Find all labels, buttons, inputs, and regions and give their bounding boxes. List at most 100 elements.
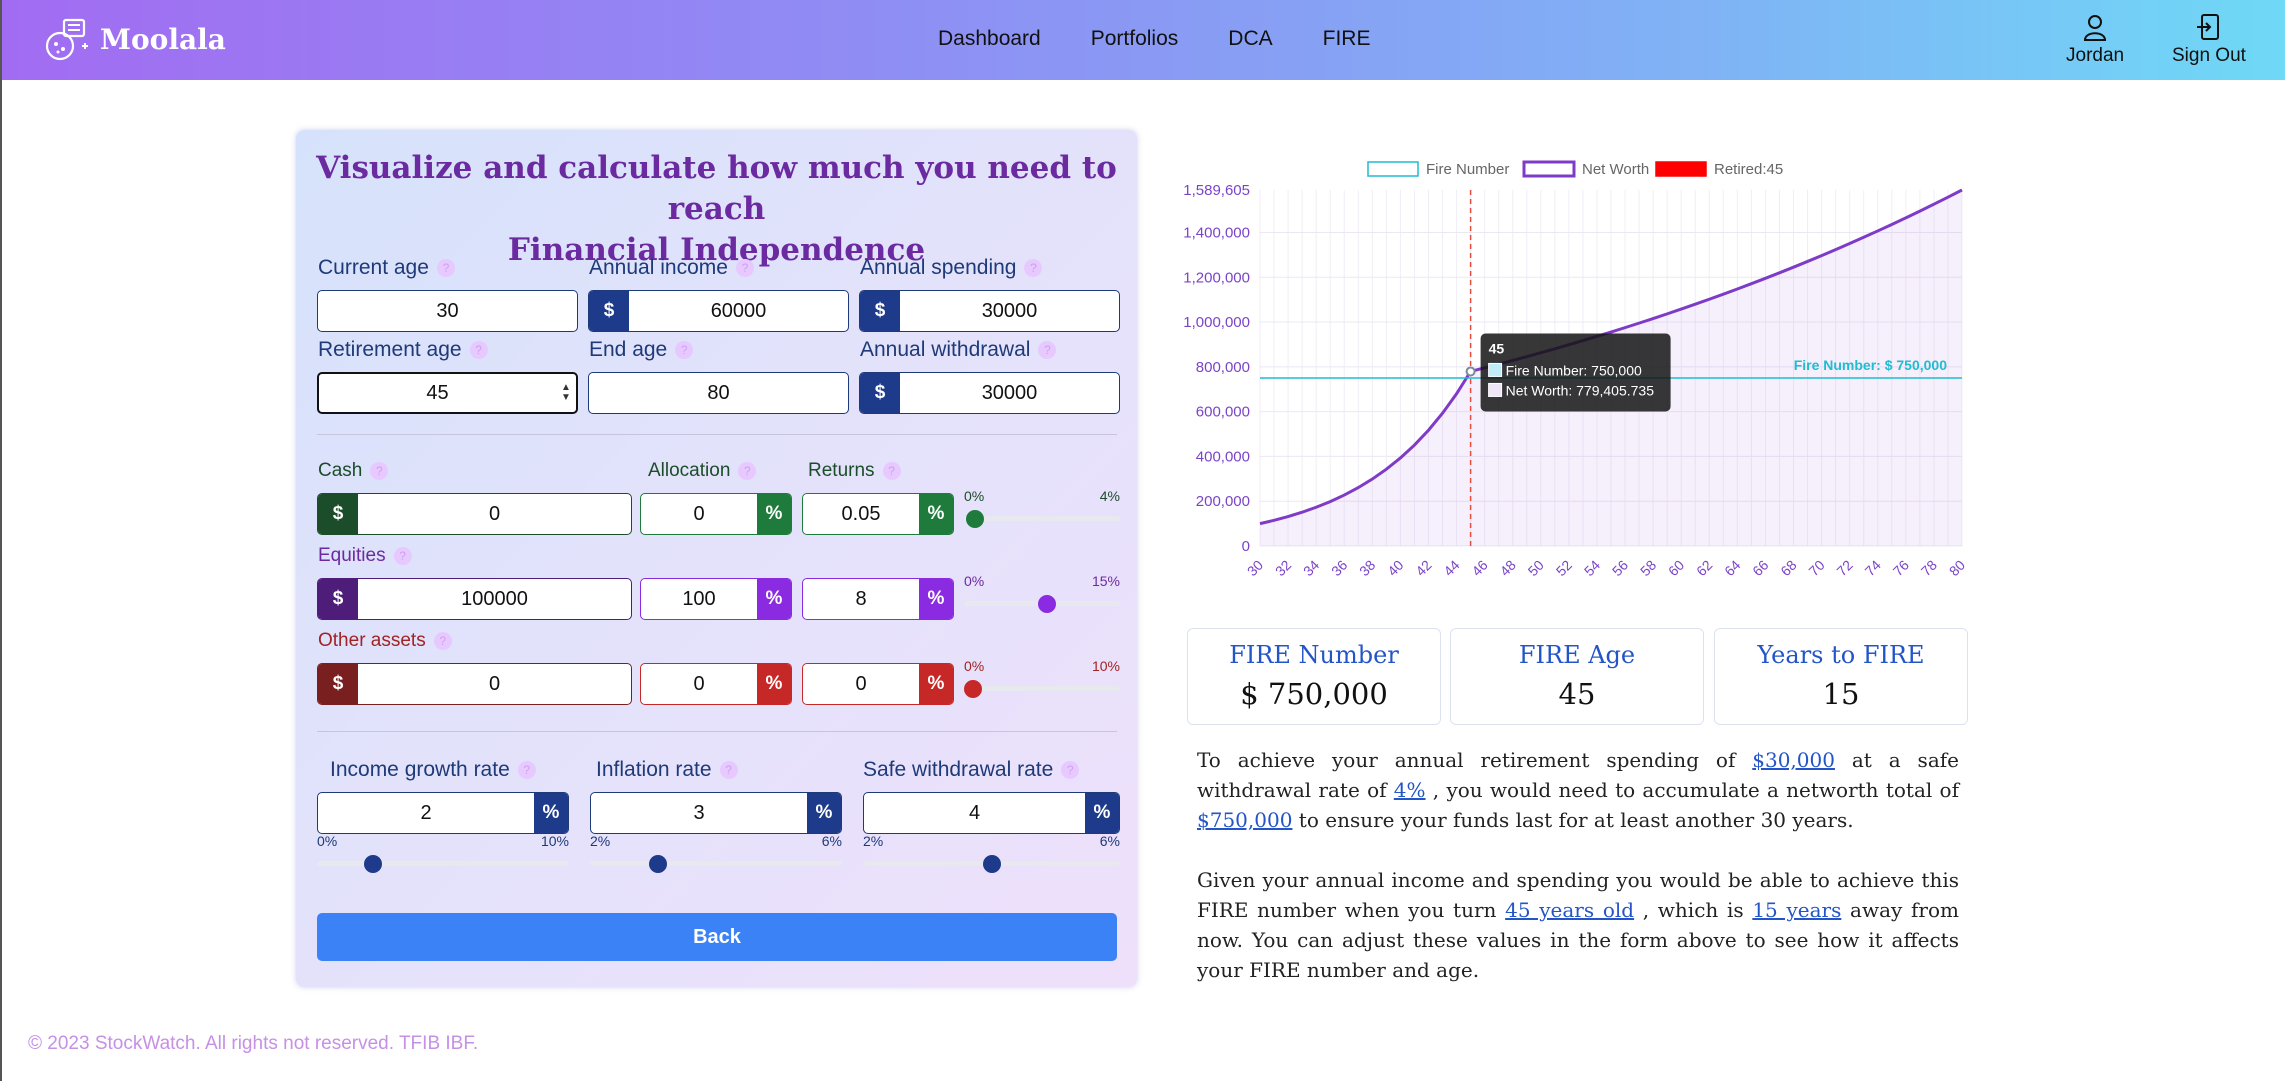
help-icon[interactable]: ? bbox=[1038, 341, 1057, 359]
help-icon[interactable]: ? bbox=[469, 341, 488, 359]
sign-out-link[interactable]: Sign Out bbox=[2172, 12, 2246, 67]
y-tick-label: 0 bbox=[1242, 538, 1250, 555]
help-icon[interactable]: ? bbox=[719, 761, 738, 779]
end-age-input[interactable]: 80 bbox=[588, 372, 849, 414]
x-tick-label: 52 bbox=[1553, 557, 1575, 579]
annual-spending-input[interactable]: $30000 bbox=[859, 290, 1120, 332]
x-tick-label: 48 bbox=[1497, 557, 1519, 579]
help-icon[interactable]: ? bbox=[436, 259, 455, 277]
user-icon bbox=[2084, 15, 2107, 41]
help-icon[interactable]: ? bbox=[738, 462, 757, 480]
nav-dca[interactable]: DCA bbox=[1228, 27, 1272, 51]
stat-title: Years to FIRE bbox=[1757, 641, 1925, 669]
summary-paragraph-2: Given your annual income and spending yo… bbox=[1197, 868, 1959, 982]
retirement-age-input[interactable]: 45 ▲ ▼ bbox=[317, 372, 578, 414]
income-growth-slider[interactable]: 0% 10% bbox=[317, 833, 569, 873]
tooltip-swatch bbox=[1488, 382, 1503, 397]
dollar-prefix: $ bbox=[318, 579, 358, 619]
x-tick-label: 70 bbox=[1805, 557, 1827, 579]
inflation-slider[interactable]: 2% 6% bbox=[590, 833, 842, 873]
equities-returns-slider[interactable]: 0% 15% bbox=[964, 573, 1120, 613]
help-icon[interactable]: ? bbox=[1061, 761, 1080, 779]
divider bbox=[317, 434, 1117, 435]
annual-withdrawal-input[interactable]: $30000 bbox=[859, 372, 1120, 414]
nav-dashboard[interactable]: Dashboard bbox=[938, 27, 1041, 51]
y-tick-label: 1,200,000 bbox=[1183, 269, 1250, 286]
allocation-label: Allocation? bbox=[648, 460, 757, 482]
slider-handle[interactable] bbox=[965, 510, 984, 528]
footer-copyright: © 2023 StockWatch. All rights not reserv… bbox=[28, 1033, 479, 1054]
brand[interactable]: Moolala bbox=[44, 16, 226, 62]
other-returns-input[interactable]: 0% bbox=[802, 663, 954, 705]
tooltip-line: Fire Number: 750,000 bbox=[1506, 362, 1642, 378]
legend-label: Retired:45 bbox=[1714, 161, 1783, 178]
spinner-icon[interactable]: ▲ ▼ bbox=[556, 383, 576, 403]
other-amount-input[interactable]: $0 bbox=[317, 663, 632, 705]
tooltip-swatch bbox=[1488, 362, 1503, 377]
stat-title: FIRE Number bbox=[1229, 641, 1399, 669]
safe-withdrawal-input[interactable]: 4% bbox=[863, 792, 1120, 834]
user-profile-link[interactable]: Jordan bbox=[2066, 12, 2124, 67]
cash-returns-input[interactable]: 0.05% bbox=[802, 493, 954, 535]
slider-handle[interactable] bbox=[363, 855, 382, 873]
annual-income-input[interactable]: $60000 bbox=[588, 290, 849, 332]
spending-link[interactable]: $30,000 bbox=[1752, 748, 1835, 772]
safe-withdrawal-slider[interactable]: 2% 6% bbox=[863, 833, 1120, 873]
equities-amount-input[interactable]: $100000 bbox=[317, 578, 632, 620]
cash-returns-slider[interactable]: 0% 4% bbox=[964, 488, 1120, 528]
y-tick-label: 600,000 bbox=[1196, 404, 1250, 421]
inflation-input[interactable]: 3% bbox=[590, 792, 842, 834]
slider-handle[interactable] bbox=[982, 855, 1001, 873]
dollar-prefix: $ bbox=[318, 664, 358, 704]
end-age-label: End age? bbox=[589, 338, 694, 362]
retirement-age-label: Retirement age? bbox=[318, 338, 488, 362]
x-tick-label: 76 bbox=[1890, 557, 1912, 579]
fire-age-link[interactable]: 45 years old bbox=[1505, 898, 1634, 922]
top-navbar: Moolala Dashboard Portfolios DCA FIRE Jo… bbox=[2, 0, 2285, 80]
help-icon[interactable]: ? bbox=[517, 761, 536, 779]
y-tick-label: 1,000,000 bbox=[1183, 314, 1250, 331]
sign-out-icon bbox=[2196, 14, 2219, 40]
retire-point bbox=[1465, 366, 1476, 377]
income-growth-input[interactable]: 2% bbox=[317, 792, 569, 834]
slider-handle[interactable] bbox=[648, 855, 667, 873]
cash-amount-input[interactable]: $0 bbox=[317, 493, 632, 535]
stat-value: 15 bbox=[1822, 677, 1860, 711]
legend-swatch bbox=[1522, 160, 1576, 178]
y-tick-label: 400,000 bbox=[1196, 448, 1250, 465]
dollar-prefix: $ bbox=[860, 373, 900, 413]
years-link[interactable]: 15 years bbox=[1752, 898, 1841, 922]
tooltip-title: 45 bbox=[1489, 340, 1505, 356]
back-button[interactable]: Back bbox=[317, 913, 1117, 961]
cash-allocation-input[interactable]: 0% bbox=[640, 493, 792, 535]
other-returns-slider[interactable]: 0% 10% bbox=[964, 658, 1120, 698]
returns-label: Returns? bbox=[808, 460, 901, 482]
help-icon[interactable]: ? bbox=[370, 462, 389, 480]
help-icon[interactable]: ? bbox=[675, 341, 694, 359]
other-allocation-input[interactable]: 0% bbox=[640, 663, 792, 705]
help-icon[interactable]: ? bbox=[433, 632, 452, 650]
nav-portfolios[interactable]: Portfolios bbox=[1091, 27, 1179, 51]
slider-handle[interactable] bbox=[964, 680, 982, 698]
current-age-input[interactable]: 30 bbox=[317, 290, 578, 332]
nav-fire[interactable]: FIRE bbox=[1323, 27, 1371, 51]
moolala-logo-icon bbox=[45, 18, 88, 61]
equities-returns-input[interactable]: 8% bbox=[802, 578, 954, 620]
help-icon[interactable]: ? bbox=[882, 462, 901, 480]
withdrawal-rate-link[interactable]: 4% bbox=[1394, 778, 1426, 802]
y-tick-label: 800,000 bbox=[1196, 359, 1250, 376]
stat-value: $ 750,000 bbox=[1240, 677, 1388, 711]
annual-income-label: Annual income? bbox=[589, 256, 754, 280]
slider-handle[interactable] bbox=[1037, 595, 1056, 613]
dollar-prefix: $ bbox=[318, 494, 358, 534]
income-growth-label: Income growth rate? bbox=[330, 758, 536, 782]
help-icon[interactable]: ? bbox=[735, 259, 754, 277]
help-icon[interactable]: ? bbox=[393, 547, 412, 565]
inflation-label: Inflation rate? bbox=[596, 758, 738, 782]
x-tick-label: 36 bbox=[1328, 557, 1350, 579]
networth-link[interactable]: $750,000 bbox=[1197, 808, 1292, 832]
nav-links: Dashboard Portfolios DCA FIRE bbox=[938, 27, 1370, 51]
equities-allocation-input[interactable]: 100% bbox=[640, 578, 792, 620]
help-icon[interactable]: ? bbox=[1024, 259, 1043, 277]
stat-value: 45 bbox=[1558, 677, 1596, 711]
